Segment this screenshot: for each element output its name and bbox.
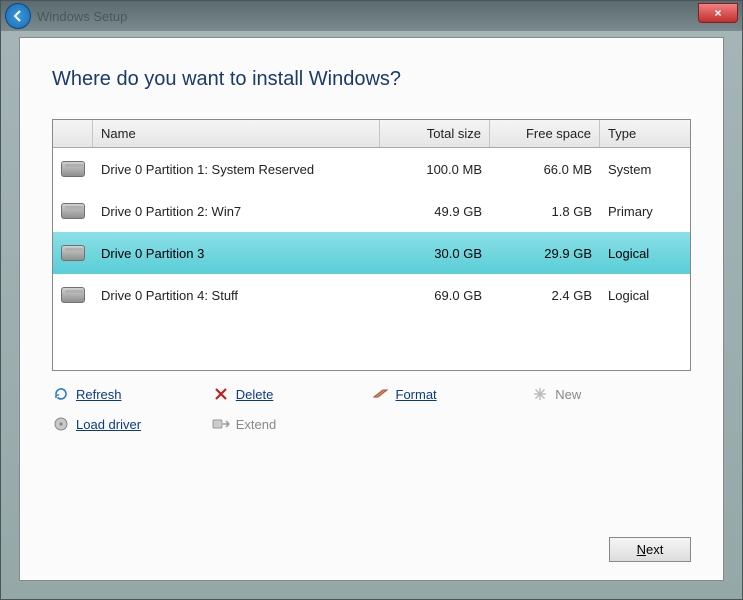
titlebar: Windows Setup × xyxy=(1,1,742,31)
partition-row[interactable]: Drive 0 Partition 2: Win749.9 GB1.8 GBPr… xyxy=(53,190,690,232)
header-icon-col xyxy=(53,120,93,147)
window-title: Windows Setup xyxy=(37,9,127,24)
load-driver-action[interactable]: Load driver xyxy=(52,415,212,433)
extend-icon xyxy=(212,415,230,433)
cell-total: 30.0 GB xyxy=(380,242,490,265)
header-free[interactable]: Free space xyxy=(490,120,600,147)
drive-icon-cell xyxy=(53,157,93,181)
refresh-icon xyxy=(52,385,70,403)
partition-grid: Name Total size Free space Type Drive 0 … xyxy=(52,119,691,371)
refresh-label: Refresh xyxy=(76,387,122,402)
load-driver-icon xyxy=(52,415,70,433)
back-arrow-icon xyxy=(11,9,25,23)
cell-type: Logical xyxy=(600,242,690,265)
cell-free: 29.9 GB xyxy=(490,242,600,265)
cell-name: Drive 0 Partition 3 xyxy=(93,242,380,265)
partition-row[interactable]: Drive 0 Partition 1: System Reserved100.… xyxy=(53,148,690,190)
cell-name: Drive 0 Partition 1: System Reserved xyxy=(93,158,380,181)
header-total[interactable]: Total size xyxy=(380,120,490,147)
cell-type: Primary xyxy=(600,200,690,223)
grid-header: Name Total size Free space Type xyxy=(53,120,690,148)
drive-icon xyxy=(61,245,85,261)
back-button[interactable] xyxy=(5,3,31,29)
close-icon: × xyxy=(714,6,721,20)
delete-icon xyxy=(212,385,230,403)
cell-type: System xyxy=(600,158,690,181)
cell-name: Drive 0 Partition 2: Win7 xyxy=(93,200,380,223)
grid-body: Drive 0 Partition 1: System Reserved100.… xyxy=(53,148,690,316)
cell-total: 49.9 GB xyxy=(380,200,490,223)
partition-row[interactable]: Drive 0 Partition 4: Stuff69.0 GB2.4 GBL… xyxy=(53,274,690,316)
new-icon xyxy=(531,385,549,403)
page-title: Where do you want to install Windows? xyxy=(52,68,691,91)
partition-row[interactable]: Drive 0 Partition 330.0 GB29.9 GBLogical xyxy=(53,232,690,274)
drive-icon xyxy=(61,203,85,219)
drive-icon-cell xyxy=(53,199,93,223)
extend-label: Extend xyxy=(236,417,276,432)
grid-spacer xyxy=(53,316,690,370)
close-button[interactable]: × xyxy=(698,3,738,23)
cell-free: 2.4 GB xyxy=(490,284,600,307)
delete-label: Delete xyxy=(236,387,274,402)
header-type[interactable]: Type xyxy=(600,120,690,147)
load-driver-label: Load driver xyxy=(76,417,141,432)
cell-name: Drive 0 Partition 4: Stuff xyxy=(93,284,380,307)
content-panel: Where do you want to install Windows? Na… xyxy=(19,37,724,581)
format-icon xyxy=(372,385,390,403)
cell-free: 66.0 MB xyxy=(490,158,600,181)
format-label: Format xyxy=(396,387,437,402)
new-action: New xyxy=(531,385,691,403)
drive-icon-cell xyxy=(53,283,93,307)
extend-action: Extend xyxy=(212,415,372,433)
cell-type: Logical xyxy=(600,284,690,307)
drive-icon xyxy=(61,161,85,177)
drive-icon-cell xyxy=(53,241,93,265)
cell-free: 1.8 GB xyxy=(490,200,600,223)
refresh-action[interactable]: Refresh xyxy=(52,385,212,403)
format-action[interactable]: Format xyxy=(372,385,532,403)
new-label: New xyxy=(555,387,581,402)
next-button[interactable]: Next xyxy=(609,537,691,562)
header-name[interactable]: Name xyxy=(93,120,380,147)
footer: Next xyxy=(52,517,691,562)
drive-icon xyxy=(61,287,85,303)
cell-total: 69.0 GB xyxy=(380,284,490,307)
window: Windows Setup × Where do you want to ins… xyxy=(0,0,743,600)
delete-action[interactable]: Delete xyxy=(212,385,372,403)
actions-bar: Refresh Delete Format New xyxy=(52,385,691,433)
cell-total: 100.0 MB xyxy=(380,158,490,181)
